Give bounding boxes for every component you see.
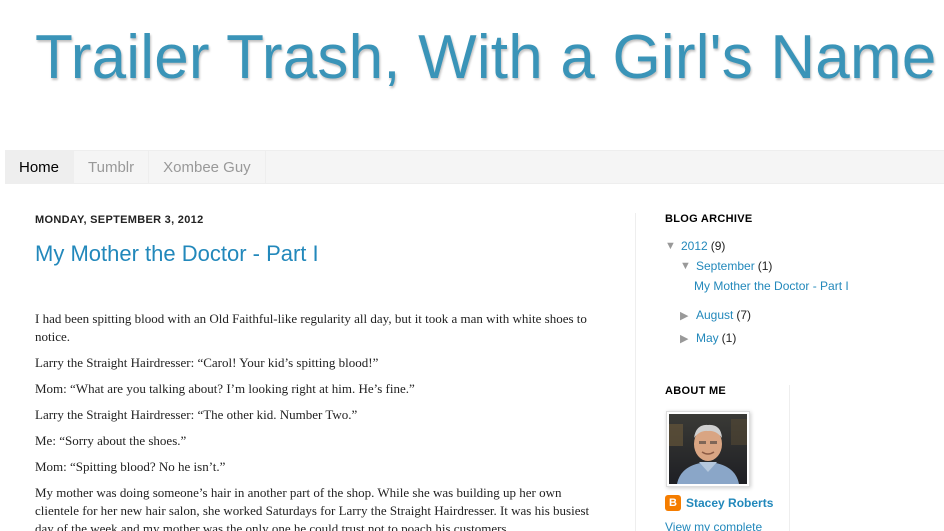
blogger-icon: B: [665, 495, 681, 511]
tab-home[interactable]: Home: [5, 151, 75, 183]
archive-month-count: (7): [736, 308, 752, 322]
avatar[interactable]: [666, 411, 750, 487]
tab-xombee-guy[interactable]: Xombee Guy: [149, 151, 266, 183]
archive-month-september: ▼ September (1): [665, 256, 935, 276]
archive-year-count: (9): [710, 239, 726, 253]
archive-month-count: (1): [757, 259, 773, 273]
page-tabs: Home Tumblr Xombee Guy: [5, 150, 944, 184]
expand-down-icon[interactable]: ▼: [665, 240, 681, 252]
blog-title[interactable]: Trailer Trash, With a Girl's Name: [35, 22, 937, 94]
post-date: MONDAY, SEPTEMBER 3, 2012: [35, 214, 204, 226]
archive-month-link[interactable]: September: [696, 259, 755, 273]
post-paragraph: Mom: “Spitting blood? No he isn’t.”: [35, 459, 226, 474]
archive-month-link[interactable]: August: [696, 308, 733, 322]
author-row: B Stacey Roberts: [665, 495, 789, 511]
post-paragraph: Me: “Sorry about the shoes.”: [35, 433, 187, 448]
about-me-widget: ABOUT ME B Stacey Roberts View my comple…: [665, 385, 790, 531]
archive-year: ▼ 2012 (9): [665, 236, 935, 256]
archive-list: ▼ 2012 (9) ▼ September (1) My Mother the…: [665, 236, 935, 348]
expand-right-icon[interactable]: ▶: [680, 332, 696, 345]
post: MONDAY, SEPTEMBER 3, 2012 My Mother the …: [35, 205, 605, 531]
post-body: I had been spitting blood with an Old Fa…: [35, 310, 605, 531]
profile-photo: [669, 414, 747, 484]
post-paragraph: Mom: “What are you talking about? I’m lo…: [35, 381, 415, 396]
archive-month-count: (1): [721, 331, 737, 345]
post-paragraph: Larry the Straight Hairdresser: “Carol! …: [35, 355, 379, 370]
post-paragraph: I had been spitting blood with an Old Fa…: [35, 311, 587, 344]
expand-right-icon[interactable]: ▶: [680, 309, 696, 322]
post-paragraph: My mother was doing someone’s hair in an…: [35, 485, 590, 531]
expand-down-icon[interactable]: ▼: [680, 260, 696, 272]
view-profile-link[interactable]: View my complete: [665, 520, 789, 531]
tab-tumblr[interactable]: Tumblr: [74, 151, 150, 183]
archive-post-link[interactable]: My Mother the Doctor - Part I: [694, 279, 849, 293]
post-paragraph: Larry the Straight Hairdresser: “The oth…: [35, 407, 358, 422]
archive-title: BLOG ARCHIVE: [665, 213, 753, 225]
column-divider: [635, 213, 636, 531]
post-title[interactable]: My Mother the Doctor - Part I: [35, 240, 605, 268]
blog-archive-widget: BLOG ARCHIVE ▼ 2012 (9) ▼ September (1) …: [665, 213, 935, 348]
archive-month-link[interactable]: May: [696, 331, 719, 345]
archive-month-august: ▶ August (7): [665, 305, 935, 325]
archive-month-may: ▶ May (1): [665, 328, 935, 348]
about-title: ABOUT ME: [665, 385, 727, 397]
archive-post-item: My Mother the Doctor - Part I: [665, 276, 935, 296]
archive-year-link[interactable]: 2012: [681, 239, 708, 253]
author-name-link[interactable]: Stacey Roberts: [686, 496, 773, 510]
